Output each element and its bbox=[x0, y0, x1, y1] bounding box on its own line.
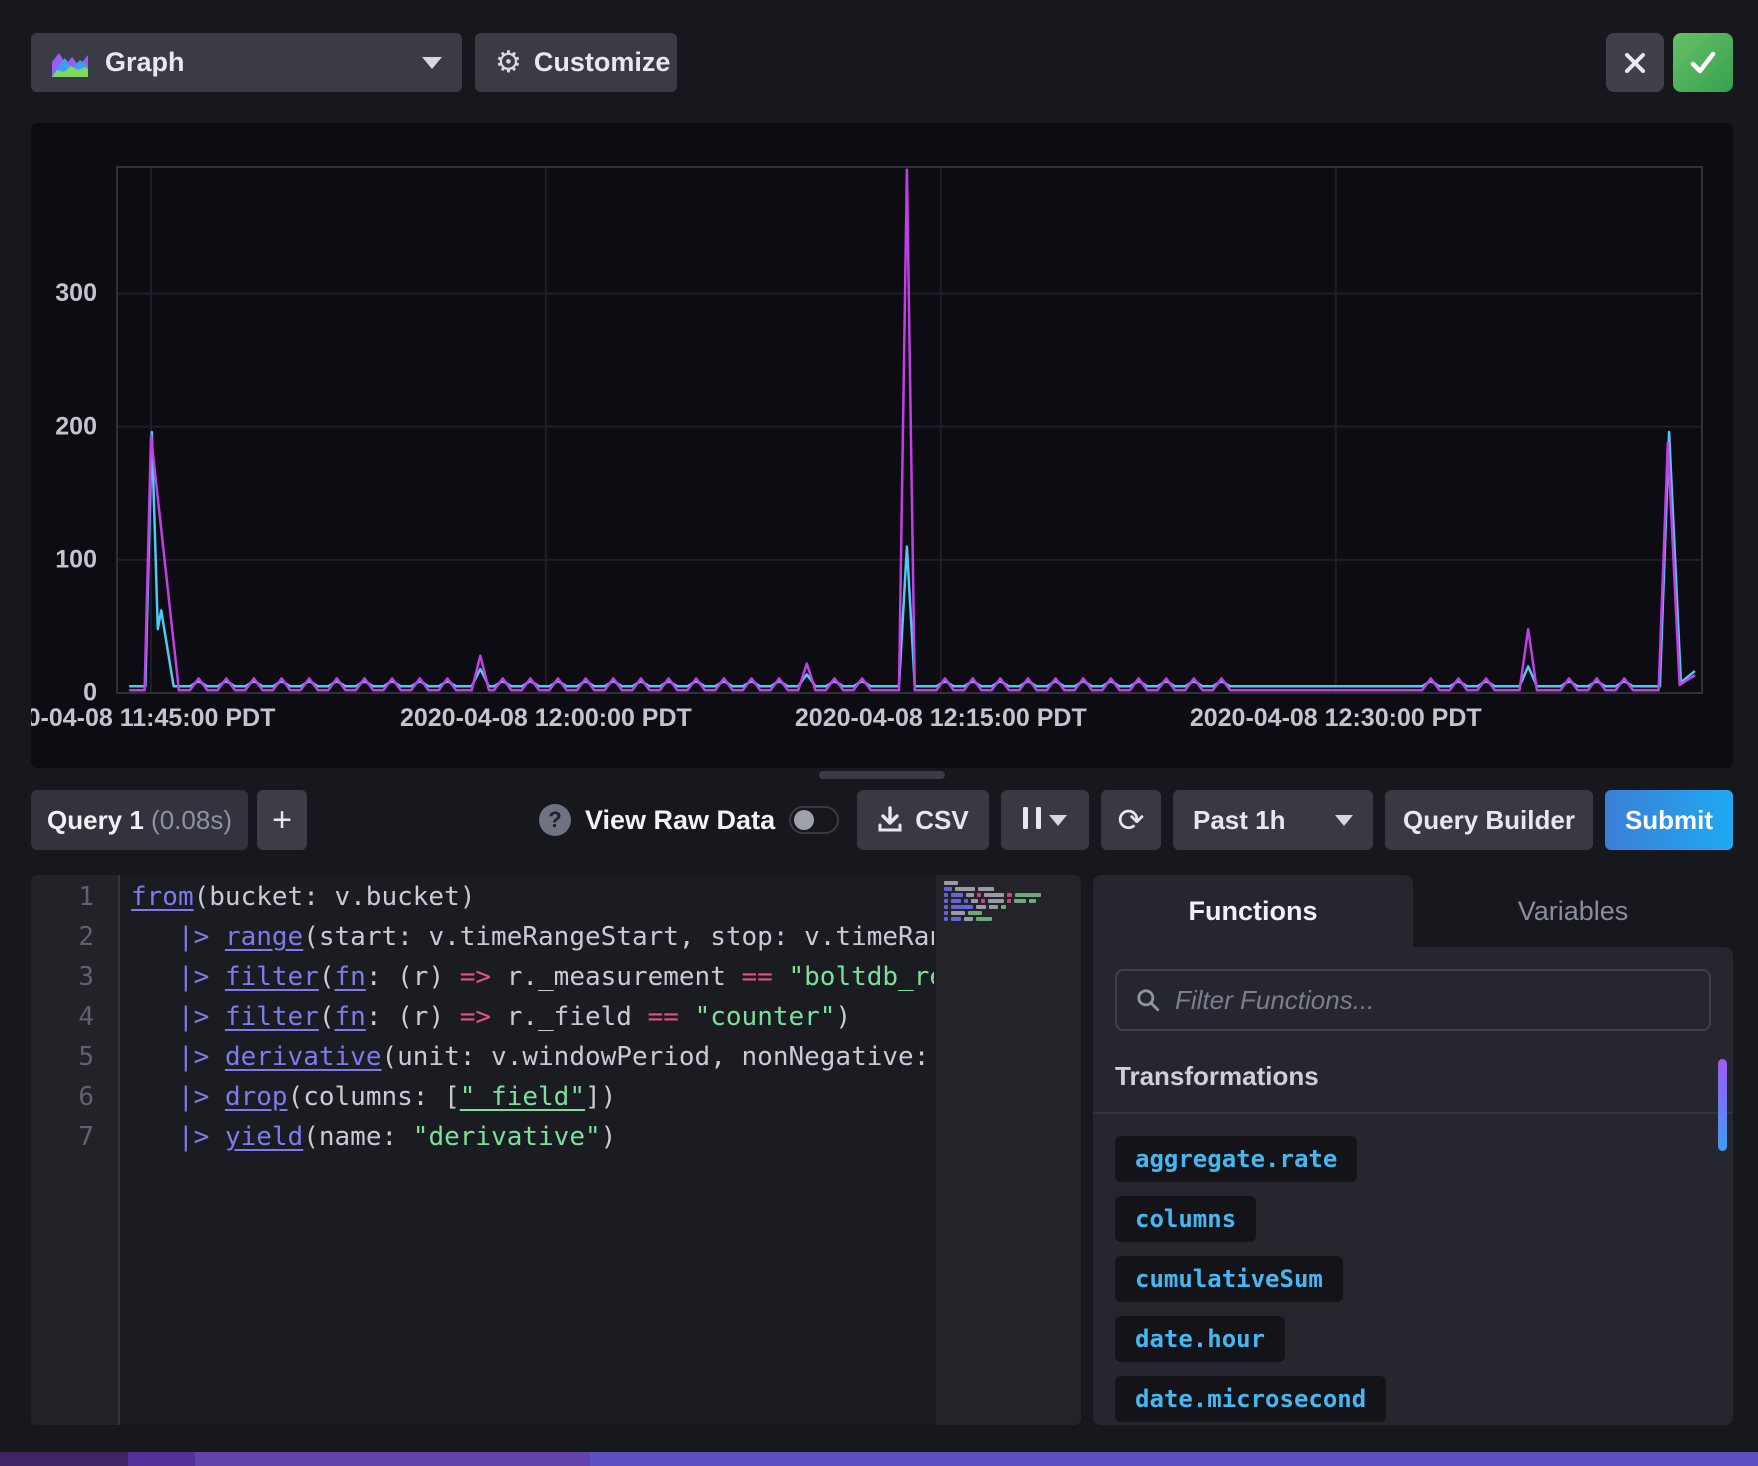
functions-panel-body: Filter Functions... Transformations aggr… bbox=[1093, 947, 1733, 1425]
x-axis-tick-label: 2020-04-08 12:15:00 PDT bbox=[795, 704, 1087, 732]
save-cancel-group bbox=[1606, 33, 1733, 92]
filter-functions-input[interactable]: Filter Functions... bbox=[1115, 969, 1711, 1031]
chart-series-derivative-magenta bbox=[130, 170, 1694, 691]
tab-functions[interactable]: Functions bbox=[1093, 875, 1413, 947]
view-raw-data-toggle[interactable] bbox=[789, 806, 839, 834]
svg-text:100: 100 bbox=[55, 545, 97, 573]
bottom-progress-strip bbox=[0, 1452, 1758, 1466]
line-number: 1 bbox=[31, 877, 118, 917]
query-duration: (0.08s) bbox=[144, 805, 232, 836]
pause-button[interactable] bbox=[1001, 790, 1089, 850]
code-line[interactable]: |> filter(fn: (r) => r._measurement == "… bbox=[131, 957, 934, 997]
code-line[interactable]: |> range(start: v.timeRangeStart, stop: … bbox=[131, 917, 934, 957]
editor-minimap-column[interactable] bbox=[936, 875, 1081, 1425]
query-toolbar: Query 1 (0.08s) + ? View Raw Data CSV ⟳ … bbox=[31, 790, 1733, 850]
query-tab[interactable]: Query 1 (0.08s) bbox=[31, 790, 248, 850]
function-pill[interactable]: cumulativeSum bbox=[1115, 1256, 1343, 1302]
csv-download-button[interactable]: CSV bbox=[857, 790, 989, 850]
query-builder-button[interactable]: Query Builder bbox=[1385, 790, 1593, 850]
view-options-bar: Graph ⚙ Customize bbox=[31, 33, 1733, 92]
close-icon bbox=[1621, 49, 1649, 77]
toolbar-right-group: CSV ⟳ Past 1h Query Builder Submit bbox=[857, 790, 1733, 850]
svg-text:200: 200 bbox=[55, 412, 97, 440]
code-line[interactable]: |> derivative(unit: v.windowPeriod, nonN… bbox=[131, 1037, 934, 1077]
toggle-knob bbox=[794, 810, 814, 830]
area-chart-icon bbox=[51, 48, 89, 78]
line-number: 4 bbox=[31, 997, 118, 1037]
raw-data-group: ? View Raw Data bbox=[539, 804, 839, 836]
code-line[interactable]: |> filter(fn: (r) => r._field == "counte… bbox=[131, 997, 934, 1037]
query-tab-name: Query 1 bbox=[47, 805, 144, 836]
checkmark-icon bbox=[1688, 50, 1718, 76]
tab-variables[interactable]: Variables bbox=[1413, 875, 1733, 947]
chart-svg: 0 100 200 300 0-04-08 11:45:00 PDT 2020-04-08… bbox=[31, 123, 1733, 768]
code-line[interactable]: from(bucket: v.bucket) bbox=[131, 877, 934, 917]
refresh-button[interactable]: ⟳ bbox=[1101, 790, 1161, 850]
customize-label: Customize bbox=[534, 47, 671, 78]
editor-lines[interactable]: from(bucket: v.bucket) |> range(start: v… bbox=[131, 877, 934, 1425]
line-number: 3 bbox=[31, 957, 118, 997]
editor-minimap bbox=[944, 881, 1081, 921]
refresh-icon: ⟳ bbox=[1118, 801, 1145, 839]
add-query-button[interactable]: + bbox=[257, 790, 307, 850]
function-pill[interactable]: columns bbox=[1115, 1196, 1256, 1242]
x-axis-tick-label: 2020-04-08 12:30:00 PDT bbox=[1190, 704, 1482, 732]
line-number: 5 bbox=[31, 1037, 118, 1077]
chevron-down-icon bbox=[422, 57, 442, 69]
pause-icon bbox=[1023, 805, 1040, 836]
scrollbar-thumb[interactable] bbox=[1718, 1059, 1727, 1151]
download-icon bbox=[877, 806, 903, 834]
search-icon bbox=[1135, 987, 1161, 1013]
time-range-label: Past 1h bbox=[1193, 805, 1286, 836]
line-number: 7 bbox=[31, 1117, 118, 1157]
svg-text:300: 300 bbox=[55, 279, 97, 307]
resize-drag-handle[interactable] bbox=[819, 771, 945, 779]
section-divider bbox=[1093, 1112, 1733, 1114]
function-pill[interactable]: date.microsecond bbox=[1115, 1376, 1386, 1422]
section-title: Transformations bbox=[1115, 1061, 1711, 1092]
chevron-down-icon bbox=[1335, 815, 1353, 826]
flux-code-editor[interactable]: 1234567 from(bucket: v.bucket) |> range(… bbox=[31, 875, 1081, 1425]
gear-icon: ⚙ bbox=[495, 45, 522, 80]
x-axis-tick-label: 2020-04-08 12:00:00 PDT bbox=[400, 704, 692, 732]
confirm-button[interactable] bbox=[1673, 33, 1733, 92]
code-line[interactable]: |> yield(name: "derivative") bbox=[131, 1117, 934, 1157]
help-icon[interactable]: ? bbox=[539, 804, 571, 836]
line-number: 2 bbox=[31, 917, 118, 957]
time-range-dropdown[interactable]: Past 1h bbox=[1173, 790, 1373, 850]
x-axis-tick-label: 0-04-08 11:45:00 PDT bbox=[31, 704, 275, 732]
editor-gutter: 1234567 bbox=[31, 875, 120, 1425]
chevron-down-icon bbox=[1049, 815, 1067, 826]
cancel-button[interactable] bbox=[1606, 33, 1664, 92]
view-type-dropdown[interactable]: Graph bbox=[31, 33, 462, 92]
submit-button[interactable]: Submit bbox=[1605, 790, 1733, 850]
svg-text:0: 0 bbox=[83, 679, 97, 707]
functions-panel: Functions Variables Filter Functions... … bbox=[1093, 875, 1733, 1425]
filter-placeholder: Filter Functions... bbox=[1175, 985, 1374, 1016]
panel-tabbar: Functions Variables bbox=[1093, 875, 1733, 947]
function-pill[interactable]: date.hour bbox=[1115, 1316, 1285, 1362]
csv-label: CSV bbox=[915, 805, 968, 836]
function-list: aggregate.rate columns cumulativeSum date.h… bbox=[1115, 1136, 1711, 1422]
code-line[interactable]: |> drop(columns: ["_field"]) bbox=[131, 1077, 934, 1117]
customize-button[interactable]: ⚙ Customize bbox=[475, 33, 677, 92]
time-series-chart[interactable]: 0 100 200 300 0-04-08 11:45:00 PDT 2020-04-08… bbox=[31, 123, 1733, 768]
view-type-label: Graph bbox=[105, 47, 185, 78]
line-number: 6 bbox=[31, 1077, 118, 1117]
function-pill[interactable]: aggregate.rate bbox=[1115, 1136, 1357, 1182]
view-raw-data-label: View Raw Data bbox=[585, 805, 775, 836]
